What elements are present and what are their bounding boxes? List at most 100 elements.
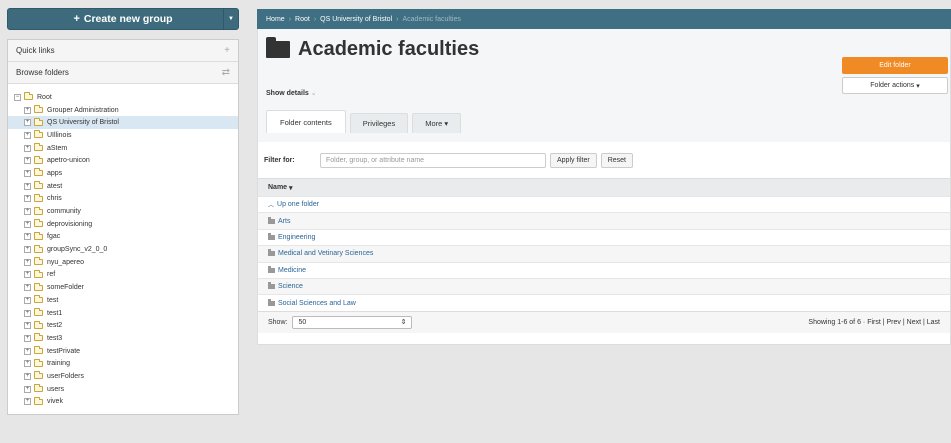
expand-icon[interactable]: + bbox=[24, 271, 31, 279]
pager-prev[interactable]: Prev bbox=[887, 319, 901, 326]
expand-icon[interactable]: + bbox=[24, 372, 31, 380]
up-one-folder-row[interactable]: ︿ Up one folder bbox=[258, 196, 950, 212]
tree-item[interactable]: + test1 bbox=[14, 307, 232, 320]
tree-item[interactable]: + nyu_apereo bbox=[14, 256, 232, 269]
table-row[interactable]: Engineering bbox=[258, 228, 950, 245]
expand-icon[interactable]: + bbox=[24, 195, 31, 203]
tree-item-label: atest bbox=[47, 182, 63, 190]
expand-icon[interactable]: + bbox=[24, 296, 31, 304]
expand-icon[interactable]: + bbox=[24, 233, 31, 241]
page-title-text: Academic faculties bbox=[298, 38, 480, 60]
expand-icon[interactable]: + bbox=[24, 157, 31, 165]
create-group-button[interactable]: + Create new group ▼ bbox=[7, 8, 239, 30]
tree-item[interactable]: + test bbox=[14, 294, 232, 307]
tree-item[interactable]: + ref bbox=[14, 269, 232, 282]
apply-filter-button[interactable]: Apply filter bbox=[550, 152, 597, 168]
pager-last[interactable]: Last bbox=[927, 319, 940, 326]
quick-links-header[interactable]: Quick links + bbox=[8, 40, 238, 62]
tree-item-label: fgac bbox=[47, 233, 61, 241]
table-row[interactable]: Social Sciences and Law bbox=[258, 294, 950, 310]
tree-item[interactable]: + userFolders bbox=[14, 370, 232, 383]
tree-item[interactable]: + test3 bbox=[14, 332, 232, 345]
breadcrumb-separator: › bbox=[313, 15, 317, 23]
expand-icon[interactable]: + bbox=[24, 347, 31, 355]
page-size-select[interactable]: 50 ⇕ bbox=[292, 315, 413, 329]
tab-folder-contents[interactable]: Folder contents bbox=[266, 110, 346, 133]
tree-item-label: test1 bbox=[47, 309, 63, 317]
tree-item[interactable]: + chris bbox=[14, 193, 232, 206]
expand-icon[interactable]: + bbox=[24, 385, 31, 393]
tree-item[interactable]: + someFolder bbox=[14, 281, 232, 294]
tab-more[interactable]: More ▾ bbox=[412, 113, 462, 133]
tree-item[interactable]: + apps bbox=[14, 167, 232, 180]
tree-item[interactable]: + vivek bbox=[14, 396, 232, 409]
folder-link[interactable]: Medical and Vetinary Sciences bbox=[278, 250, 373, 257]
expand-icon[interactable]: + bbox=[24, 258, 31, 266]
table-row[interactable]: Science bbox=[258, 277, 950, 295]
folder-link[interactable]: Engineering bbox=[278, 234, 315, 241]
expand-icon[interactable]: + bbox=[24, 322, 31, 330]
show-details-link[interactable]: Show details ⌄ bbox=[266, 89, 317, 97]
up-one-folder-link[interactable]: Up one folder bbox=[277, 201, 319, 208]
table-header[interactable]: Name ▾ bbox=[258, 178, 950, 196]
reset-button[interactable]: Reset bbox=[600, 152, 633, 168]
expand-icon[interactable]: + bbox=[24, 131, 31, 139]
folder-icon bbox=[268, 265, 275, 273]
expand-icon[interactable]: + bbox=[24, 220, 31, 228]
swap-icon[interactable]: ⇄ bbox=[222, 67, 230, 78]
breadcrumb: Home › Root › QS University of Bristol ›… bbox=[257, 9, 951, 29]
tree-item[interactable]: + users bbox=[14, 383, 232, 396]
chevron-down-icon[interactable]: ▼ bbox=[223, 9, 238, 29]
expand-icon[interactable]: + bbox=[24, 398, 31, 406]
folder-link[interactable]: Science bbox=[278, 283, 303, 290]
breadcrumb-home[interactable]: Home bbox=[266, 16, 285, 23]
tree-item[interactable]: + groupSync_v2_0_0 bbox=[14, 243, 232, 256]
tree-item[interactable]: + training bbox=[14, 357, 232, 370]
breadcrumb-parent[interactable]: QS University of Bristol bbox=[320, 16, 392, 23]
tree-root[interactable]: − Root bbox=[14, 91, 232, 104]
tree-item[interactable]: + deprovisioning bbox=[14, 218, 232, 231]
table-row[interactable]: Medical and Vetinary Sciences bbox=[258, 245, 950, 262]
tree-item[interactable]: + community bbox=[14, 205, 232, 218]
filter-input[interactable]: Folder, group, or attribute name bbox=[320, 152, 546, 168]
collapse-icon[interactable]: − bbox=[14, 93, 21, 101]
expand-icon[interactable]: + bbox=[24, 208, 31, 216]
expand-icon[interactable]: + bbox=[24, 119, 31, 127]
expand-icon[interactable]: + bbox=[24, 334, 31, 342]
tree-item-label: aStem bbox=[47, 144, 68, 152]
folder-icon bbox=[34, 346, 43, 355]
tree-item[interactable]: + test2 bbox=[14, 319, 232, 332]
expand-icon[interactable]: + bbox=[24, 106, 31, 114]
folder-icon bbox=[34, 333, 43, 342]
expand-icon[interactable]: + bbox=[24, 169, 31, 177]
folder-icon bbox=[34, 231, 43, 240]
expand-icon[interactable]: + bbox=[24, 360, 31, 368]
browse-folders-header[interactable]: Browse folders ⇄ bbox=[8, 62, 238, 84]
table-row[interactable]: Medicine bbox=[258, 261, 950, 278]
tree-item[interactable]: + apetro-unicon bbox=[14, 154, 232, 167]
edit-folder-button[interactable]: Edit folder bbox=[842, 57, 948, 74]
expand-icon[interactable]: + bbox=[24, 144, 31, 152]
pager-next[interactable]: Next bbox=[907, 319, 921, 326]
tree-item[interactable]: + atest bbox=[14, 180, 232, 193]
breadcrumb-root[interactable]: Root bbox=[295, 16, 310, 23]
table-row[interactable]: Arts bbox=[258, 212, 950, 229]
expand-icon[interactable]: + bbox=[24, 182, 31, 190]
tree-item[interactable]: + testPrivate bbox=[14, 345, 232, 358]
tree-item[interactable]: + UIllinois bbox=[14, 129, 232, 142]
tab-privileges[interactable]: Privileges bbox=[349, 113, 409, 133]
folder-link[interactable]: Social Sciences and Law bbox=[278, 300, 356, 307]
plus-icon[interactable]: + bbox=[224, 45, 230, 56]
tree-item[interactable]: + fgac bbox=[14, 231, 232, 244]
expand-icon[interactable]: + bbox=[24, 309, 31, 317]
pager-first[interactable]: First bbox=[867, 319, 881, 326]
expand-icon[interactable]: + bbox=[24, 246, 31, 254]
tree-item[interactable]: + Grouper Administration bbox=[14, 104, 232, 117]
folder-link[interactable]: Medicine bbox=[278, 267, 306, 274]
expand-icon[interactable]: + bbox=[24, 284, 31, 292]
folder-link[interactable]: Arts bbox=[278, 218, 290, 225]
tree-item[interactable]: + aStem bbox=[14, 142, 232, 155]
tree-item[interactable]: + QS University of Bristol bbox=[8, 116, 238, 130]
left-sidebar: + Create new group ▼ Quick links + Brows… bbox=[7, 8, 239, 416]
folder-actions-button[interactable]: Folder actions ▾ bbox=[842, 77, 948, 94]
